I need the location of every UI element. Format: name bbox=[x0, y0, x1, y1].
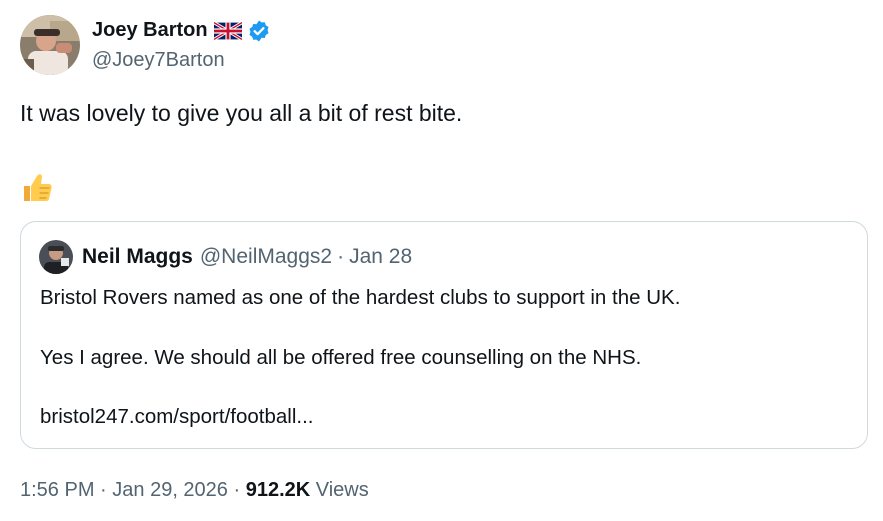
tweet-date[interactable]: Jan 29, 2026 bbox=[112, 479, 228, 501]
tweet-meta: 1:56 PM · Jan 29, 2026 · 912.2K Views bbox=[20, 476, 369, 504]
tweet-header: Joey Barton @Joey7Barton bbox=[20, 14, 870, 76]
meta-separator: · bbox=[227, 479, 246, 501]
author-name-line: Joey Barton bbox=[92, 17, 271, 45]
views-count: 912.2K bbox=[245, 479, 311, 501]
tweet-text: It was lovely to give you all a bit of r… bbox=[20, 100, 463, 126]
author-handle[interactable]: @Joey7Barton bbox=[92, 46, 271, 74]
quoted-text-line-2: Yes I agree. We should all be offered fr… bbox=[40, 346, 642, 369]
quoted-text-line-1: Bristol Rovers named as one of the harde… bbox=[40, 286, 681, 309]
uk-flag-icon bbox=[212, 20, 243, 41]
tweet: Joey Barton @Joey7Barton It was lovely t… bbox=[20, 14, 870, 501]
views-label: Views bbox=[310, 479, 369, 501]
tweet-time[interactable]: 1:56 PM bbox=[20, 479, 94, 501]
author-avatar[interactable] bbox=[20, 15, 80, 75]
quoted-author-handle[interactable]: @NeilMaggs2 bbox=[200, 245, 332, 269]
verified-badge-icon[interactable] bbox=[247, 19, 271, 43]
meta-separator: · bbox=[94, 479, 113, 501]
quoted-avatar-photo-icon bbox=[39, 240, 73, 274]
author-display-name[interactable]: Joey Barton bbox=[92, 19, 208, 42]
author-info: Joey Barton @Joey7Barton bbox=[92, 17, 271, 74]
quoted-link[interactable]: bristol247.com/sport/football... bbox=[40, 403, 313, 431]
avatar-photo-icon bbox=[20, 15, 80, 75]
quoted-tweet[interactable]: Neil Maggs @NeilMaggs2 · Jan 28 Bristol … bbox=[20, 221, 868, 449]
quoted-tweet-header: Neil Maggs @NeilMaggs2 · Jan 28 bbox=[39, 240, 412, 274]
quoted-author-avatar bbox=[39, 240, 73, 274]
quoted-author-name[interactable]: Neil Maggs bbox=[82, 245, 193, 269]
thumbs-up-icon bbox=[20, 170, 54, 204]
quoted-date[interactable]: Jan 28 bbox=[349, 245, 412, 269]
quoted-separator: · bbox=[337, 245, 345, 268]
